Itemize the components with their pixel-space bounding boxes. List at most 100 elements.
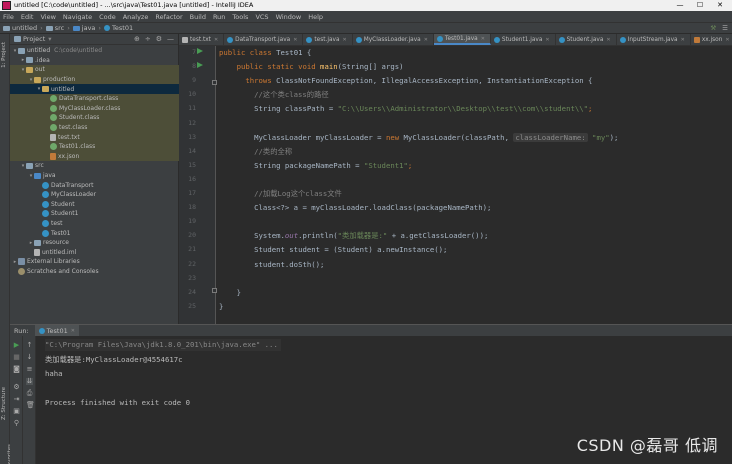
print-icon[interactable]: ⎙	[26, 390, 33, 397]
code-line[interactable]: Student student = (Student) a.newInstanc…	[219, 245, 447, 255]
code-line[interactable]: public static void main(String[] args)	[219, 62, 404, 72]
tree-item[interactable]: Scratches and Consoles	[10, 267, 179, 277]
code-line[interactable]: String packageNamePath = "Student1";	[219, 161, 412, 171]
fold-marker-icon[interactable]	[212, 80, 217, 85]
close-tab-icon[interactable]: ✕	[214, 37, 218, 43]
scroll-up-icon[interactable]: ↑	[26, 342, 33, 349]
project-tool-tab[interactable]: 1: Project	[1, 42, 7, 68]
login-icon[interactable]: ⇥	[13, 396, 20, 403]
minimize-button[interactable]: —	[670, 0, 690, 11]
close-tab-icon[interactable]: ✕	[681, 37, 685, 43]
menu-file[interactable]: File	[3, 13, 14, 21]
editor-tab[interactable]: Test01.java ✕	[433, 34, 491, 45]
tree-item[interactable]: ▾ untitled	[10, 84, 179, 94]
pin-icon[interactable]: ⚲	[13, 420, 20, 427]
chevron-down-icon[interactable]: ▾	[48, 35, 51, 43]
tree-item[interactable]: Test01.class	[10, 142, 179, 152]
locate-icon[interactable]: ⊕	[134, 35, 140, 43]
code-line[interactable]: student.doSth();	[219, 260, 324, 270]
trash-icon[interactable]: 🗑	[26, 402, 35, 409]
gear-icon[interactable]: ⚙	[156, 35, 162, 43]
run-main-icon[interactable]	[197, 62, 203, 68]
code-line[interactable]: System.out.println("类加载器是:" + a.getClass…	[219, 231, 488, 241]
collapse-icon[interactable]: ÷	[145, 35, 151, 43]
maximize-button[interactable]: ☐	[690, 0, 710, 11]
menu-edit[interactable]: Edit	[21, 13, 34, 21]
tree-item[interactable]: Student.class	[10, 113, 179, 123]
tree-item[interactable]: DataTransport.class	[10, 94, 179, 104]
tree-item[interactable]: Student1	[10, 209, 179, 219]
breadcrumb-src[interactable]: src ›	[45, 24, 70, 32]
tree-item[interactable]: ▾ production	[10, 74, 179, 85]
tree-item[interactable]: ▸ resource	[10, 238, 179, 248]
code-line[interactable]: MyClassLoader myClassLoader = new MyClas…	[219, 132, 618, 143]
code-line[interactable]: Class<?> a = myClassLoader.loadClass(pac…	[219, 203, 491, 213]
code-line[interactable]: }	[219, 302, 223, 312]
code-line[interactable]: //类的全称	[219, 147, 292, 157]
close-tab-icon[interactable]: ✕	[725, 37, 729, 43]
tree-item[interactable]: test	[10, 219, 179, 229]
menu-vcs[interactable]: VCS	[255, 13, 268, 21]
code-line[interactable]: }	[219, 288, 241, 298]
tree-item[interactable]: untitled.iml	[10, 248, 179, 258]
soft-wrap-icon[interactable]: ≡	[26, 366, 33, 373]
camera-icon[interactable]: ◙	[13, 366, 20, 373]
tree-item[interactable]: Student	[10, 200, 179, 210]
tree-item[interactable]: test.txt	[10, 132, 179, 142]
tree-item[interactable]: ▸ .idea	[10, 56, 179, 66]
breadcrumb-test01[interactable]: Test01	[104, 24, 133, 32]
menu-tools[interactable]: Tools	[232, 13, 248, 21]
editor-tab[interactable]: Student1.java ✕	[491, 34, 556, 45]
project-view-selector[interactable]: Project	[23, 35, 45, 43]
code-editor[interactable]: 7 8 9 10 11 12 13 14 15 16 17 18 19 20 21 22 23 24 25 publ…	[179, 46, 732, 324]
editor-tab[interactable]: test.txt ✕	[179, 34, 225, 45]
close-tab-icon[interactable]: ✕	[343, 37, 347, 43]
tree-item[interactable]: MyClassLoader.class	[10, 103, 179, 114]
hide-icon[interactable]: —	[167, 35, 174, 43]
tree-item[interactable]: test.class	[10, 122, 179, 133]
tree-item[interactable]: xx.json	[10, 151, 179, 162]
code-line[interactable]: //这个类class的路径	[219, 90, 329, 100]
tree-item[interactable]: MyClassLoader	[10, 190, 179, 200]
editor-tab[interactable]: Student.java ✕	[556, 34, 617, 45]
wrench-icon[interactable]: ⚙	[13, 384, 20, 391]
menu-view[interactable]: View	[40, 13, 55, 21]
menu-navigate[interactable]: Navigate	[63, 13, 92, 21]
rerun-icon[interactable]: ▶	[13, 342, 20, 349]
scroll-to-end-icon[interactable]: ⇊	[26, 378, 33, 385]
run-class-icon[interactable]	[197, 48, 203, 54]
code-line[interactable]: //加载Log这个class文件	[219, 189, 342, 199]
close-tab-icon[interactable]: ✕	[606, 37, 610, 43]
editor-tab[interactable]: InputStream.java ✕	[617, 34, 691, 45]
tree-item[interactable]: ▾ out	[10, 65, 179, 75]
breadcrumb-java[interactable]: java ›	[72, 24, 101, 32]
close-tab-icon[interactable]: ✕	[424, 37, 428, 43]
code-line[interactable]: throws ClassNotFoundException, IllegalAc…	[219, 76, 592, 86]
editor-tab[interactable]: DataTransport.java ✕	[224, 34, 304, 45]
code-line[interactable]: String classPath = "C:\\Users\\Administr…	[219, 104, 592, 114]
menu-window[interactable]: Window	[276, 13, 302, 21]
menu-run[interactable]: Run	[213, 13, 225, 21]
run-config-icon[interactable]: ☰	[722, 24, 728, 32]
menu-help[interactable]: Help	[308, 13, 323, 21]
tree-item[interactable]: ▾ src	[10, 161, 179, 171]
editor-tab[interactable]: MyClassLoader.java ✕	[353, 34, 434, 45]
structure-tool-tab[interactable]: Z: Structure	[1, 387, 7, 420]
menu-refactor[interactable]: Refactor	[155, 13, 182, 21]
build-hammer-icon[interactable]: ⚒	[710, 24, 716, 32]
close-tab-icon[interactable]: ✕	[293, 37, 297, 43]
close-tab-icon[interactable]: ✕	[481, 36, 485, 42]
menu-build[interactable]: Build	[190, 13, 206, 21]
tree-item[interactable]: DataTransport	[10, 180, 179, 190]
close-icon[interactable]: ✕	[71, 328, 75, 334]
fold-marker-icon[interactable]	[212, 288, 217, 293]
code-line[interactable]: public class Test01 {	[219, 48, 311, 58]
menu-analyze[interactable]: Analyze	[123, 13, 149, 21]
layout-icon[interactable]: ▣	[13, 408, 20, 415]
breadcrumb-project[interactable]: untitled ›	[3, 24, 43, 32]
stop-icon[interactable]: ■	[13, 354, 20, 361]
scroll-down-icon[interactable]: ↓	[26, 354, 33, 361]
tree-item[interactable]: ▾ untitled C:\code\untitled	[10, 46, 179, 56]
close-tab-icon[interactable]: ✕	[545, 37, 549, 43]
menu-code[interactable]: Code	[99, 13, 116, 21]
